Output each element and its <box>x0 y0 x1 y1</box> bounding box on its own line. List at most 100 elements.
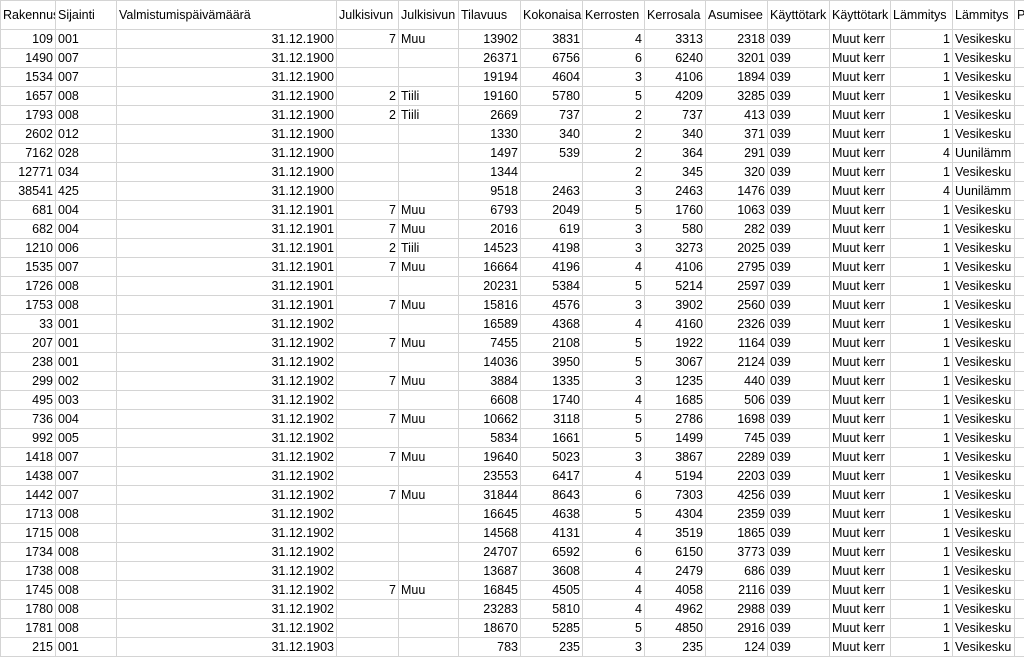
column-header[interactable]: Valmistumispäivämäärä <box>116 0 337 30</box>
table-cell[interactable]: Vesikesku <box>952 352 1015 372</box>
table-cell[interactable]: 002 <box>55 371 117 391</box>
table-cell[interactable]: Vesikesku <box>952 466 1015 486</box>
table-cell[interactable]: 1 <box>890 105 953 125</box>
table-cell[interactable]: 2049 <box>520 200 583 220</box>
table-cell[interactable]: 008 <box>55 542 117 562</box>
table-cell[interactable]: 5 <box>582 504 645 524</box>
table-cell[interactable] <box>398 143 459 163</box>
table-cell[interactable]: 039 <box>767 390 830 410</box>
table-cell[interactable] <box>336 276 399 296</box>
table-cell[interactable]: 2 <box>582 162 645 182</box>
table-cell[interactable]: 238 <box>0 352 56 372</box>
table-cell[interactable] <box>398 637 459 657</box>
table-cell[interactable]: Vesikesku <box>952 485 1015 505</box>
table-cell[interactable]: Vesikesku <box>952 409 1015 429</box>
table-cell[interactable]: 3 <box>582 238 645 258</box>
table-cell[interactable]: 4 <box>582 257 645 277</box>
table-cell[interactable]: 2560 <box>705 295 768 315</box>
table-cell[interactable]: 4638 <box>520 504 583 524</box>
table-cell[interactable]: 2124 <box>705 352 768 372</box>
table-cell[interactable]: 1 <box>890 390 953 410</box>
table-cell[interactable]: Muut kerr <box>829 504 891 524</box>
table-cell[interactable]: 413 <box>705 105 768 125</box>
table-cell[interactable]: 3 <box>582 67 645 87</box>
table-cell[interactable]: 001 <box>55 29 117 49</box>
table-cell[interactable]: 7 <box>336 257 399 277</box>
table-cell[interactable]: Muut kerr <box>829 295 891 315</box>
table-cell[interactable]: 495 <box>0 390 56 410</box>
table-cell[interactable]: 1534 <box>0 67 56 87</box>
table-cell[interactable]: 1865 <box>705 523 768 543</box>
table-cell[interactable] <box>1014 67 1024 87</box>
table-cell[interactable] <box>1014 580 1024 600</box>
table-cell[interactable]: Muu <box>398 219 459 239</box>
table-cell[interactable]: Vesikesku <box>952 276 1015 296</box>
table-cell[interactable]: 008 <box>55 504 117 524</box>
table-cell[interactable] <box>1014 542 1024 562</box>
table-cell[interactable]: 6608 <box>458 390 521 410</box>
table-cell[interactable]: 291 <box>705 143 768 163</box>
table-cell[interactable]: Muu <box>398 409 459 429</box>
table-cell[interactable]: 1438 <box>0 466 56 486</box>
table-cell[interactable]: 7 <box>336 295 399 315</box>
table-cell[interactable]: 31.12.1902 <box>116 428 337 448</box>
table-cell[interactable]: 1490 <box>0 48 56 68</box>
table-cell[interactable]: 31.12.1902 <box>116 390 337 410</box>
table-cell[interactable]: 5285 <box>520 618 583 638</box>
table-cell[interactable]: Vesikesku <box>952 428 1015 448</box>
table-cell[interactable]: 5023 <box>520 447 583 467</box>
table-cell[interactable]: Uunilämm <box>952 143 1015 163</box>
table-cell[interactable]: 5 <box>582 86 645 106</box>
table-cell[interactable]: 364 <box>644 143 706 163</box>
table-cell[interactable]: 008 <box>55 105 117 125</box>
table-cell[interactable]: 008 <box>55 295 117 315</box>
table-cell[interactable]: 4209 <box>644 86 706 106</box>
table-cell[interactable]: Muut kerr <box>829 105 891 125</box>
table-cell[interactable]: 1715 <box>0 523 56 543</box>
table-cell[interactable]: 7 <box>336 447 399 467</box>
table-cell[interactable]: 4058 <box>644 580 706 600</box>
table-cell[interactable]: 6592 <box>520 542 583 562</box>
table-cell[interactable]: 039 <box>767 409 830 429</box>
table-cell[interactable] <box>398 124 459 144</box>
table-cell[interactable]: 2 <box>582 105 645 125</box>
table-cell[interactable] <box>1014 333 1024 353</box>
table-cell[interactable]: 3 <box>582 181 645 201</box>
table-cell[interactable]: Vesikesku <box>952 523 1015 543</box>
table-cell[interactable]: 3 <box>582 219 645 239</box>
table-cell[interactable]: 3884 <box>458 371 521 391</box>
table-cell[interactable]: 31.12.1902 <box>116 447 337 467</box>
table-cell[interactable]: Tiili <box>398 105 459 125</box>
table-cell[interactable]: 7 <box>336 200 399 220</box>
table-cell[interactable] <box>1014 561 1024 581</box>
table-cell[interactable]: 039 <box>767 86 830 106</box>
table-cell[interactable] <box>398 523 459 543</box>
table-cell[interactable]: 1657 <box>0 86 56 106</box>
table-cell[interactable]: 039 <box>767 637 830 657</box>
table-cell[interactable]: Muu <box>398 580 459 600</box>
table-cell[interactable]: 207 <box>0 333 56 353</box>
table-cell[interactable]: 2203 <box>705 466 768 486</box>
table-cell[interactable] <box>1014 162 1024 182</box>
table-cell[interactable] <box>1014 29 1024 49</box>
table-cell[interactable]: 039 <box>767 504 830 524</box>
table-cell[interactable]: 686 <box>705 561 768 581</box>
table-cell[interactable]: Muu <box>398 371 459 391</box>
table-cell[interactable]: Vesikesku <box>952 295 1015 315</box>
table-cell[interactable]: 1740 <box>520 390 583 410</box>
table-cell[interactable]: Vesikesku <box>952 542 1015 562</box>
table-cell[interactable] <box>398 599 459 619</box>
table-cell[interactable] <box>398 314 459 334</box>
table-cell[interactable]: 1 <box>890 447 953 467</box>
table-cell[interactable]: 2116 <box>705 580 768 600</box>
table-cell[interactable]: 1780 <box>0 599 56 619</box>
table-cell[interactable] <box>1014 485 1024 505</box>
table-cell[interactable]: 31.12.1902 <box>116 618 337 638</box>
table-cell[interactable]: 7 <box>336 409 399 429</box>
table-cell[interactable]: 039 <box>767 257 830 277</box>
table-cell[interactable]: 039 <box>767 143 830 163</box>
table-cell[interactable]: 2108 <box>520 333 583 353</box>
table-cell[interactable]: 3201 <box>705 48 768 68</box>
table-cell[interactable] <box>1014 352 1024 372</box>
table-cell[interactable]: 31.12.1902 <box>116 523 337 543</box>
